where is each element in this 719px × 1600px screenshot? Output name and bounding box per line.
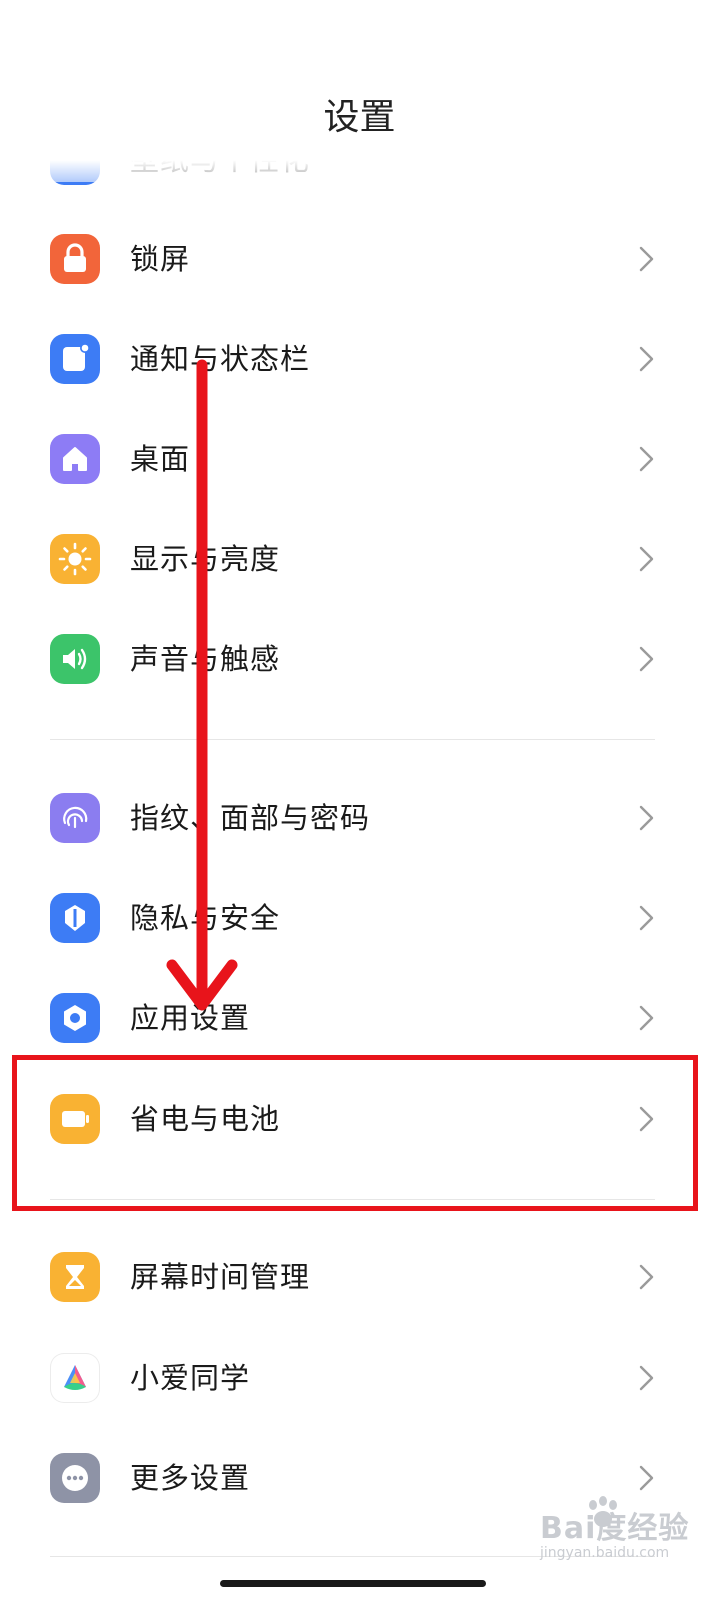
chevron-right-icon: [636, 345, 658, 373]
chevron-right-icon: [636, 1004, 658, 1032]
chevron-right-icon: [636, 1364, 658, 1392]
settings-row-xiaoai[interactable]: 小爱同学: [0, 1328, 719, 1428]
settings-row-label: 小爱同学: [130, 1361, 251, 1395]
settings-row-label: 锁屏: [130, 242, 191, 276]
home-icon: [50, 434, 100, 484]
settings-row-screen-time[interactable]: 屏幕时间管理: [0, 1227, 719, 1327]
settings-row-label: 屏幕时间管理: [130, 1260, 311, 1294]
settings-row-label: 应用设置: [130, 1001, 251, 1035]
lock-icon: [50, 234, 100, 284]
settings-row-display[interactable]: 显示与亮度: [0, 509, 719, 609]
shield-icon: [50, 893, 100, 943]
xiaoai-icon: [50, 1353, 100, 1403]
chevron-right-icon: [636, 1263, 658, 1291]
settings-row-label: 更多设置: [130, 1461, 251, 1495]
page-title: 设置: [323, 97, 396, 138]
settings-row-desktop[interactable]: 桌面: [0, 409, 719, 509]
settings-row-label: 隐私与安全: [130, 901, 281, 935]
settings-row-fingerprint[interactable]: 指纹、面部与密码: [0, 768, 719, 868]
settings-row-lock-screen[interactable]: 锁屏: [0, 209, 719, 309]
chevron-right-icon: [636, 645, 658, 673]
chevron-right-icon: [636, 545, 658, 573]
settings-row-label: 桌面: [130, 442, 191, 476]
settings-row-label: 显示与亮度: [130, 542, 281, 576]
chevron-right-icon: [636, 804, 658, 832]
chevron-right-icon: [636, 245, 658, 273]
settings-row-app-settings[interactable]: 应用设置: [0, 968, 719, 1068]
settings-row-sound[interactable]: 声音与触感: [0, 609, 719, 709]
more-icon: [50, 1453, 100, 1503]
watermark-url: jingyan.baidu.com: [540, 1545, 670, 1561]
settings-row-privacy[interactable]: 隐私与安全: [0, 868, 719, 968]
chevron-right-icon: [636, 904, 658, 932]
group-divider: [50, 739, 655, 740]
settings-row-label: 指纹、面部与密码: [130, 801, 371, 835]
settings-row-label: 通知与状态栏: [130, 342, 311, 376]
fingerprint-icon: [50, 793, 100, 843]
settings-row-label: 声音与触感: [130, 642, 281, 676]
watermark-brand: Bai度经验: [540, 1511, 690, 1546]
chevron-right-icon: [636, 445, 658, 473]
annotation-highlight-box: [12, 1055, 698, 1211]
speaker-icon: [50, 634, 100, 684]
baidu-jingyan-watermark: Bai度经验 jingyan.baidu.com: [540, 1495, 710, 1585]
app-settings-icon: [50, 993, 100, 1043]
settings-row-notifications[interactable]: 通知与状态栏: [0, 309, 719, 409]
home-indicator[interactable]: [220, 1580, 486, 1587]
chevron-right-icon: [636, 1464, 658, 1492]
sun-icon: [50, 534, 100, 584]
hourglass-icon: [50, 1252, 100, 1302]
notification-icon: [50, 334, 100, 384]
